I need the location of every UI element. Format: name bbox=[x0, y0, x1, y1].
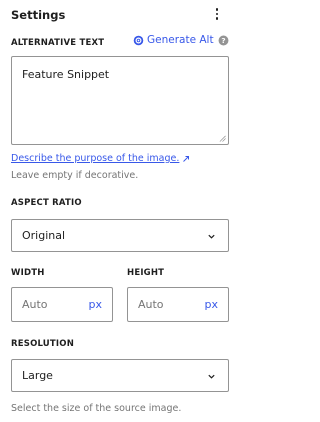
aspect-ratio-select[interactable]: Original bbox=[11, 219, 229, 252]
width-label: WIDTH bbox=[11, 268, 45, 278]
alt-text-field[interactable]: Feature Snippet bbox=[11, 56, 229, 145]
aspect-ratio-label: ASPECT RATIO bbox=[11, 198, 82, 208]
chevron-down-icon bbox=[208, 234, 215, 239]
help-icon[interactable]: ? bbox=[218, 35, 229, 46]
width-input[interactable]: Auto px bbox=[11, 287, 113, 322]
alt-text-label: ALTERNATIVE TEXT bbox=[11, 38, 105, 48]
height-input[interactable]: Auto px bbox=[127, 287, 229, 322]
external-link-icon bbox=[183, 155, 190, 162]
width-unit-selector[interactable]: px bbox=[89, 298, 103, 311]
more-vertical-icon[interactable] bbox=[209, 5, 225, 23]
generate-alt-button[interactable]: Generate Alt ? bbox=[133, 33, 229, 47]
height-unit-selector[interactable]: px bbox=[205, 298, 219, 311]
resolution-label: RESOLUTION bbox=[11, 339, 75, 349]
height-label: HEIGHT bbox=[127, 268, 165, 278]
ai-generate-icon bbox=[133, 35, 144, 45]
chevron-down-icon bbox=[208, 374, 215, 379]
width-placeholder: Auto bbox=[22, 298, 48, 311]
generate-alt-label: Generate Alt bbox=[147, 34, 214, 46]
height-placeholder: Auto bbox=[138, 298, 164, 311]
resolution-select[interactable]: Large bbox=[11, 359, 229, 392]
describe-purpose-label: Describe the purpose of the image. bbox=[11, 153, 180, 164]
alt-text-value: Feature Snippet bbox=[22, 68, 110, 81]
describe-purpose-link[interactable]: Describe the purpose of the image. bbox=[11, 153, 190, 164]
resolution-hint: Select the size of the source image. bbox=[11, 403, 182, 414]
aspect-ratio-value: Original bbox=[22, 229, 66, 242]
panel-title: Settings bbox=[11, 8, 66, 22]
resolution-value: Large bbox=[22, 369, 53, 382]
panel-header: Settings bbox=[0, 0, 239, 32]
svg-text:?: ? bbox=[221, 35, 225, 44]
alt-text-hint: Leave empty if decorative. bbox=[11, 170, 139, 181]
resize-grip-icon[interactable] bbox=[219, 135, 226, 142]
